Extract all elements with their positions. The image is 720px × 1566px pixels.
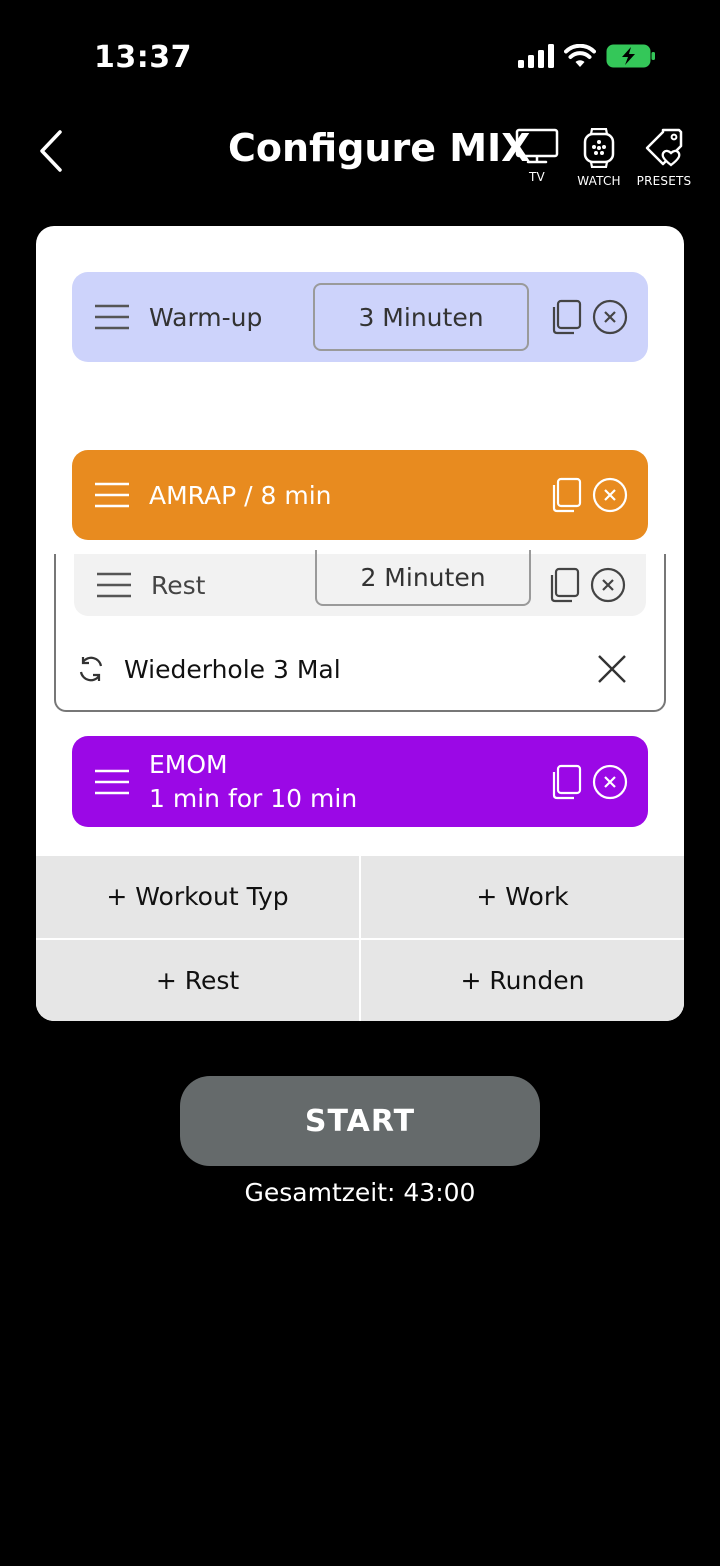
copy-icon[interactable]: [550, 477, 582, 513]
battery-icon: [606, 44, 655, 68]
rest-title: Rest: [151, 570, 206, 600]
chevron-left-icon: [40, 130, 62, 172]
rest-block[interactable]: Rest 2 Minuten: [74, 550, 646, 616]
round-group: Rest 2 Minuten Wiederhole 3 Mal: [54, 550, 666, 712]
page-title: Configure MIX: [228, 126, 531, 170]
total-time: Gesamtzeit: 43:00: [244, 1178, 476, 1207]
watch-icon: [583, 128, 615, 168]
repeat-row: Wiederhole 3 Mal: [56, 644, 664, 694]
warmup-block[interactable]: Warm-up 3 Minuten: [72, 272, 648, 362]
wifi-icon: [564, 44, 596, 67]
tv-button[interactable]: TV: [514, 128, 560, 184]
menu-icon[interactable]: [94, 482, 130, 508]
tv-label: TV: [529, 170, 545, 184]
repeat-text: Wiederhole 3 Mal: [124, 654, 341, 684]
watch-button[interactable]: WATCH: [571, 128, 627, 188]
menu-icon[interactable]: [94, 304, 130, 330]
back-button[interactable]: [36, 128, 70, 174]
copy-icon[interactable]: [550, 764, 582, 800]
close-circle-icon[interactable]: [592, 299, 628, 335]
status-icons: [518, 44, 656, 68]
workout-card: Warm-up 3 Minuten AMRAP / 8 min Rest 2 M…: [36, 226, 684, 1021]
presets-button[interactable]: PRESETS: [636, 128, 692, 188]
menu-icon[interactable]: [96, 572, 132, 598]
tag-heart-icon: [645, 128, 683, 167]
rest-duration[interactable]: 2 Minuten: [315, 550, 531, 606]
presets-label: PRESETS: [636, 174, 692, 188]
amrap-title: AMRAP / 8 min: [149, 480, 332, 510]
close-icon[interactable]: [596, 653, 628, 685]
watch-label: WATCH: [577, 174, 621, 188]
repeat-icon: [79, 656, 103, 682]
copy-icon[interactable]: [550, 299, 582, 335]
tv-icon: [515, 128, 559, 164]
signal-icon: [518, 44, 554, 68]
menu-icon[interactable]: [94, 769, 130, 795]
emom-block[interactable]: EMOM 1 min for 10 min: [72, 736, 648, 827]
status-time: 13:37: [94, 40, 192, 75]
add-work-button[interactable]: + Work: [361, 856, 684, 938]
add-workout-type-button[interactable]: + Workout Typ: [36, 856, 359, 938]
start-button[interactable]: START: [180, 1076, 540, 1166]
amrap-block[interactable]: AMRAP / 8 min: [72, 450, 648, 540]
add-rounds-button[interactable]: + Runden: [361, 939, 684, 1021]
copy-icon[interactable]: [548, 567, 580, 603]
emom-title-line2: 1 min for 10 min: [149, 783, 358, 813]
close-circle-icon[interactable]: [592, 477, 628, 513]
add-buttons: + Workout Typ + Work + Rest + Runden: [36, 856, 684, 1021]
warmup-title: Warm-up: [149, 302, 263, 332]
close-circle-icon[interactable]: [590, 567, 626, 603]
close-circle-icon[interactable]: [592, 764, 628, 800]
emom-title-line1: EMOM: [149, 749, 228, 779]
add-rest-button[interactable]: + Rest: [36, 939, 359, 1021]
emom-title: EMOM 1 min for 10 min: [149, 748, 357, 816]
warmup-duration[interactable]: 3 Minuten: [313, 283, 529, 351]
